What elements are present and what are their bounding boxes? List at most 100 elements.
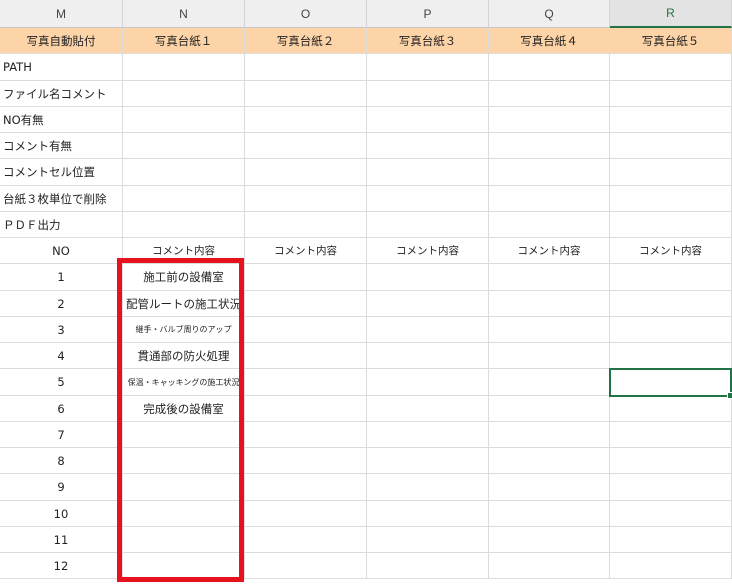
empty-cell[interactable] [367,553,489,579]
settings-cell[interactable] [489,159,610,186]
header-cell-r[interactable]: 写真台紙５ [610,28,732,54]
empty-cell[interactable] [367,474,489,501]
header-cell-q[interactable]: 写真台紙４ [489,28,610,54]
empty-cell[interactable] [367,501,489,527]
header-cell-n[interactable]: 写真台紙１ [123,28,245,54]
settings-cell[interactable] [610,186,732,212]
empty-cell[interactable] [245,396,367,422]
empty-cell[interactable] [245,553,367,579]
settings-cell[interactable] [245,212,367,238]
settings-label[interactable]: 台紙３枚単位で削除 [0,186,123,212]
empty-cell[interactable] [245,343,367,369]
active-cell-selection[interactable] [609,368,732,399]
empty-cell[interactable] [610,501,732,527]
row-number[interactable]: 9 [0,474,123,501]
row-number[interactable]: 6 [0,396,123,422]
row-number[interactable]: 8 [0,448,123,474]
settings-label[interactable]: コメント有無 [0,133,123,159]
settings-cell[interactable] [610,81,732,107]
no-column-header[interactable]: NO [0,238,123,264]
settings-cell[interactable] [367,54,489,81]
empty-cell[interactable] [610,474,732,501]
settings-cell[interactable] [367,212,489,238]
empty-cell[interactable] [489,474,610,501]
settings-cell[interactable] [367,159,489,186]
settings-cell[interactable] [245,54,367,81]
empty-cell[interactable] [489,369,610,396]
empty-cell[interactable] [367,527,489,553]
empty-cell[interactable] [610,448,732,474]
empty-cell[interactable] [245,369,367,396]
empty-cell[interactable] [489,553,610,579]
settings-cell[interactable] [489,81,610,107]
comment-column-header[interactable]: コメント内容 [610,238,732,264]
row-number[interactable]: 5 [0,369,123,396]
header-cell-o[interactable]: 写真台紙２ [245,28,367,54]
settings-cell[interactable] [367,186,489,212]
comment-column-header[interactable]: コメント内容 [489,238,610,264]
empty-cell[interactable] [367,291,489,317]
empty-cell[interactable] [489,396,610,422]
row-number[interactable]: 2 [0,291,123,317]
row-number[interactable]: 7 [0,422,123,448]
empty-cell[interactable] [245,448,367,474]
settings-cell[interactable] [245,159,367,186]
settings-cell[interactable] [610,212,732,238]
empty-cell[interactable] [489,501,610,527]
empty-cell[interactable] [610,343,732,369]
empty-cell[interactable] [489,343,610,369]
comment-column-header[interactable]: コメント内容 [245,238,367,264]
row-number[interactable]: 4 [0,343,123,369]
empty-cell[interactable] [489,317,610,343]
settings-cell[interactable] [367,107,489,133]
empty-cell[interactable] [245,317,367,343]
settings-cell[interactable] [489,212,610,238]
empty-cell[interactable] [489,527,610,553]
settings-cell[interactable] [123,186,245,212]
settings-label[interactable]: ＰＤＦ出力 [0,212,123,238]
empty-cell[interactable] [610,553,732,579]
empty-cell[interactable] [245,264,367,291]
comment-column-header[interactable]: コメント内容 [367,238,489,264]
column-header-p[interactable]: P [367,0,489,28]
empty-cell[interactable] [610,396,732,422]
empty-cell[interactable] [610,317,732,343]
empty-cell[interactable] [245,291,367,317]
empty-cell[interactable] [489,448,610,474]
empty-cell[interactable] [610,422,732,448]
settings-cell[interactable] [123,54,245,81]
empty-cell[interactable] [245,501,367,527]
settings-cell[interactable] [610,107,732,133]
settings-label[interactable]: PATH [0,54,123,81]
settings-cell[interactable] [245,186,367,212]
empty-cell[interactable] [245,422,367,448]
settings-cell[interactable] [367,81,489,107]
settings-cell[interactable] [245,133,367,159]
empty-cell[interactable] [489,422,610,448]
row-number[interactable]: 12 [0,553,123,579]
settings-cell[interactable] [489,186,610,212]
empty-cell[interactable] [367,264,489,291]
row-number[interactable]: 10 [0,501,123,527]
settings-cell[interactable] [489,107,610,133]
empty-cell[interactable] [489,264,610,291]
settings-label[interactable]: ファイル名コメント [0,81,123,107]
header-cell-m[interactable]: 写真自動貼付 [0,28,123,54]
empty-cell[interactable] [245,474,367,501]
column-header-m[interactable]: M [0,0,123,28]
column-header-n[interactable]: N [123,0,245,28]
settings-cell[interactable] [489,54,610,81]
row-number[interactable]: 11 [0,527,123,553]
settings-label[interactable]: コメントセル位置 [0,159,123,186]
empty-cell[interactable] [610,527,732,553]
settings-label[interactable]: NO有無 [0,107,123,133]
spreadsheet-grid[interactable]: M N O P Q R 写真自動貼付 写真台紙１ 写真台紙２ 写真台紙３ 写真台紙４ 写真台紙５ PAT… [0,0,732,584]
empty-cell[interactable] [489,291,610,317]
settings-cell[interactable] [123,107,245,133]
column-header-r[interactable]: R [610,0,732,28]
settings-cell[interactable] [367,133,489,159]
settings-cell[interactable] [123,81,245,107]
empty-cell[interactable] [610,291,732,317]
settings-cell[interactable] [610,133,732,159]
empty-cell[interactable] [367,448,489,474]
